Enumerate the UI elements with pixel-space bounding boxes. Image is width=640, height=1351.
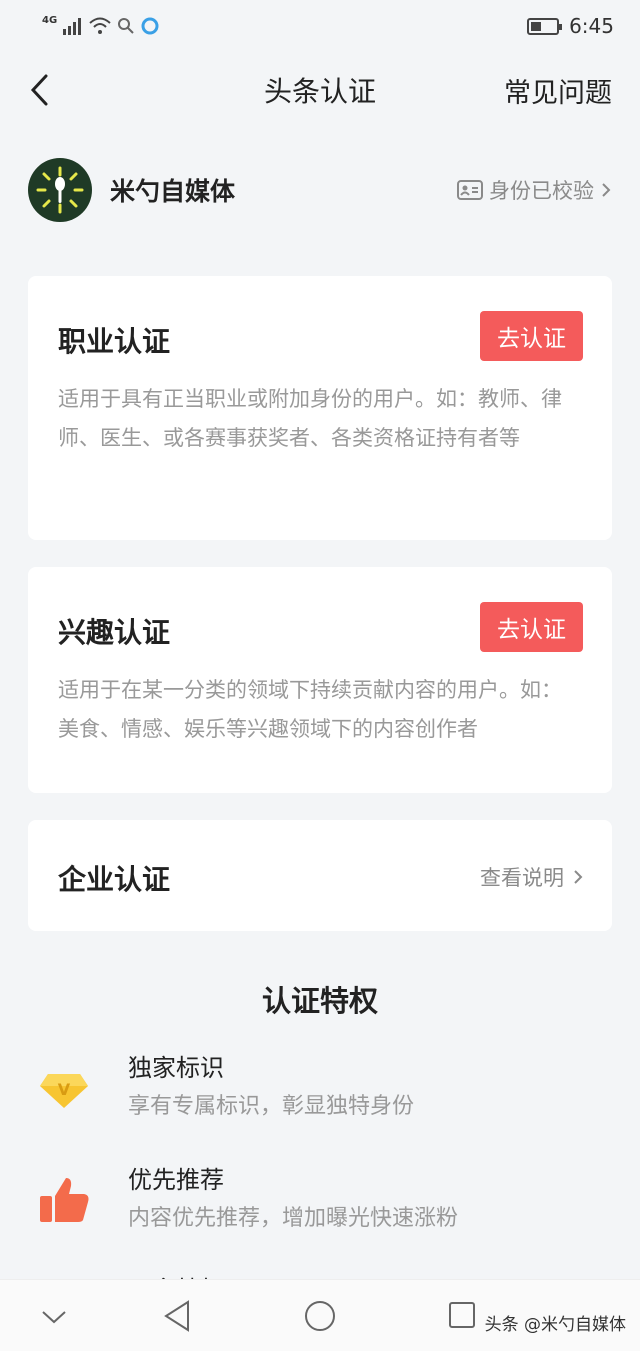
go-certify-button[interactable]: 去认证 xyxy=(480,311,583,361)
privileges-title: 认证特权 xyxy=(261,984,378,1018)
identity-verified-label: 身份已校验 xyxy=(489,179,594,203)
svg-text:V: V xyxy=(58,1080,71,1099)
page-title: 头条认证 xyxy=(263,75,376,108)
enterprise-cert-card[interactable]: 企业认证 查看说明 xyxy=(28,820,612,931)
search-icon xyxy=(118,18,134,34)
home-circle-icon[interactable] xyxy=(303,1298,337,1334)
faq-link[interactable]: 常见问题 xyxy=(504,71,612,110)
status-left: 4G xyxy=(42,14,159,35)
card-description: 适用于在某一分类的领域下持续贡献内容的用户。如：美食、情感、娱乐等兴趣领域下的内… xyxy=(58,678,562,741)
card-description: 适用于具有正当职业或附加身份的用户。如：教师、律师、医生、或各赛事获奖者、各类资… xyxy=(58,387,562,450)
app-notification-icon xyxy=(141,17,159,35)
professional-cert-card: 职业认证 去认证 适用于具有正当职业或附加身份的用户。如：教师、律师、医生、或各… xyxy=(28,276,612,540)
status-bar: 4G 6:45 xyxy=(0,0,640,52)
interest-cert-card: 兴趣认证 去认证 适用于在某一分类的领域下持续贡献内容的用户。如：美食、情感、娱… xyxy=(28,567,612,793)
signal-icon xyxy=(63,18,82,35)
card-title: 企业认证 xyxy=(58,863,171,896)
privilege-item: V 独家标识 享有专属标识，彰显独特身份 xyxy=(38,1048,598,1128)
profile-name: 米勺自媒体 xyxy=(110,177,236,206)
spoon-logo-icon xyxy=(36,166,84,214)
nav-bar: 头条认证 常见问题 xyxy=(0,60,640,120)
battery-icon xyxy=(527,17,563,35)
back-triangle-icon[interactable] xyxy=(162,1298,192,1334)
avatar xyxy=(28,158,92,222)
watermark: 头条 @米勺自媒体 xyxy=(484,1315,626,1335)
profile-row: 米勺自媒体 身份已校验 xyxy=(28,156,612,224)
privilege-desc: 内容优先推荐，增加曝光快速涨粉 xyxy=(128,1206,459,1231)
go-certify-button[interactable]: 去认证 xyxy=(480,602,583,652)
privilege-item: 优先推荐 内容优先推荐，增加曝光快速涨粉 xyxy=(38,1160,598,1240)
system-nav-bar: 头条 @米勺自媒体 xyxy=(0,1279,640,1351)
privilege-title: 独家标识 xyxy=(128,1054,224,1082)
id-card-icon xyxy=(457,180,483,200)
chevron-right-icon xyxy=(574,870,583,884)
privilege-title: 优先推荐 xyxy=(128,1166,224,1194)
recent-apps-square-icon[interactable] xyxy=(447,1298,477,1334)
identity-verified-link[interactable]: 身份已校验 xyxy=(457,175,612,205)
wifi-icon xyxy=(89,17,111,34)
card-title: 兴趣认证 xyxy=(58,616,171,649)
chevron-right-icon xyxy=(602,183,611,197)
collapse-chevron-icon[interactable] xyxy=(40,1298,68,1334)
thumbs-up-icon xyxy=(40,1178,89,1222)
privilege-desc: 享有专属标识，彰显独特身份 xyxy=(128,1094,415,1119)
status-right: 6:45 xyxy=(527,14,614,38)
view-description-link[interactable]: 查看说明 xyxy=(480,862,584,892)
network-type: 4G xyxy=(42,14,58,26)
back-arrow-icon[interactable] xyxy=(26,70,56,110)
view-description-label: 查看说明 xyxy=(480,866,564,890)
card-title: 职业认证 xyxy=(58,325,171,358)
diamond-v-icon: V xyxy=(40,1074,88,1108)
status-time: 6:45 xyxy=(569,14,614,38)
